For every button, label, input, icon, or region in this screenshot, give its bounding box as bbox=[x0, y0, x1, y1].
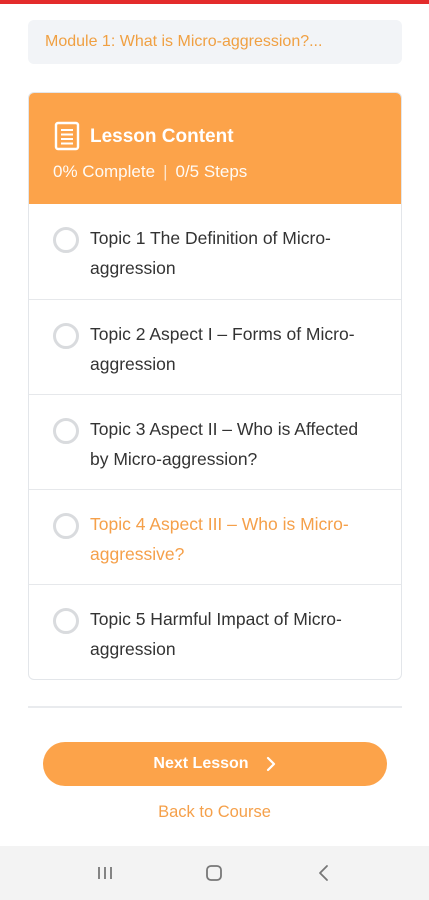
progress-separator: | bbox=[163, 162, 168, 181]
next-lesson-label: Next Lesson bbox=[153, 755, 249, 772]
next-lesson-button[interactable]: Next Lesson bbox=[43, 742, 387, 786]
recent-apps-button[interactable] bbox=[85, 853, 125, 893]
document-icon bbox=[54, 121, 80, 151]
lesson-header: Lesson Content 0% Complete | 0/5 Steps bbox=[29, 93, 401, 204]
breadcrumb[interactable]: Module 1: What is Micro-aggression?... bbox=[28, 20, 402, 64]
progress-steps: 0/5 Steps bbox=[175, 162, 248, 181]
topic-status-radio[interactable] bbox=[53, 608, 79, 634]
lesson-content-card: Lesson Content 0% Complete | 0/5 Steps Top… bbox=[28, 92, 402, 680]
topic-status-radio[interactable] bbox=[53, 227, 79, 253]
topic-status-radio[interactable] bbox=[53, 323, 79, 349]
topic-label: Topic 1 The Definition of Micro-aggressi… bbox=[90, 228, 331, 278]
topic-item-5[interactable]: Topic 5 Harmful Impact of Micro-aggressi… bbox=[29, 584, 401, 679]
home-icon bbox=[206, 865, 223, 881]
lesson-title: Lesson Content bbox=[90, 126, 234, 147]
topic-item-4[interactable]: Topic 4 Aspect III – Who is Micro-aggres… bbox=[29, 489, 401, 584]
topic-label: Topic 5 Harmful Impact of Micro-aggressi… bbox=[90, 609, 342, 659]
topic-list: Topic 1 The Definition of Micro-aggressi… bbox=[29, 204, 401, 679]
topic-status-radio[interactable] bbox=[53, 418, 79, 444]
top-accent-bar bbox=[0, 0, 429, 4]
chevron-right-icon bbox=[266, 756, 275, 772]
recent-apps-icon bbox=[97, 867, 112, 879]
android-nav-bar bbox=[0, 846, 429, 900]
topic-item-1[interactable]: Topic 1 The Definition of Micro-aggressi… bbox=[29, 204, 401, 299]
back-icon bbox=[319, 865, 329, 881]
section-divider bbox=[28, 706, 402, 708]
topic-status-radio[interactable] bbox=[53, 513, 79, 539]
progress-percent: 0% Complete bbox=[53, 162, 156, 181]
topic-label: Topic 4 Aspect III – Who is Micro-aggres… bbox=[90, 514, 349, 564]
topic-label: Topic 2 Aspect I – Forms of Micro-aggres… bbox=[90, 324, 355, 374]
lesson-progress: 0% Complete | 0/5 Steps bbox=[53, 162, 247, 182]
topic-item-3[interactable]: Topic 3 Aspect II – Who is Affected by M… bbox=[29, 394, 401, 489]
topic-item-2[interactable]: Topic 2 Aspect I – Forms of Micro-aggres… bbox=[29, 299, 401, 394]
home-button[interactable] bbox=[194, 853, 234, 893]
breadcrumb-text: Module 1: What is Micro-aggression?... bbox=[45, 33, 323, 50]
topic-label: Topic 3 Aspect II – Who is Affected by M… bbox=[90, 419, 359, 469]
back-to-course-link[interactable]: Back to Course bbox=[0, 803, 429, 822]
back-button[interactable] bbox=[304, 853, 344, 893]
